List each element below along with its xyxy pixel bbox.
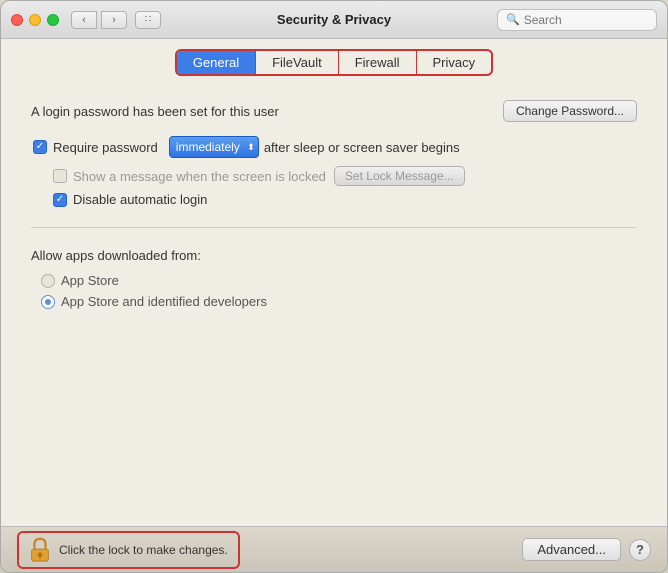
tab-bar: General FileVault Firewall Privacy: [1, 39, 667, 84]
app-store-developers-radio[interactable]: [41, 295, 55, 309]
change-password-button[interactable]: Change Password...: [503, 100, 637, 122]
lock-icon: [29, 537, 51, 563]
help-button[interactable]: ?: [629, 539, 651, 561]
login-password-text: A login password has been set for this u…: [31, 104, 279, 119]
show-message-row: Show a message when the screen is locked…: [53, 166, 637, 186]
divider: [31, 227, 637, 228]
allow-apps-title: Allow apps downloaded from:: [31, 248, 637, 263]
window-title: Security & Privacy: [277, 12, 391, 27]
app-store-radio[interactable]: [41, 274, 55, 288]
traffic-lights: [11, 14, 59, 26]
maximize-button[interactable]: [47, 14, 59, 26]
minimize-button[interactable]: [29, 14, 41, 26]
immediately-dropdown[interactable]: immediately: [169, 136, 259, 158]
require-password-checkbox[interactable]: [33, 140, 47, 154]
app-store-developers-label: App Store and identified developers: [61, 294, 267, 309]
after-sleep-label: after sleep or screen saver begins: [264, 140, 460, 155]
back-button[interactable]: ‹: [71, 11, 97, 29]
show-message-label: Show a message when the screen is locked: [73, 169, 326, 184]
bottom-bar: Click the lock to make changes. Advanced…: [1, 526, 667, 572]
grid-button[interactable]: ∷: [135, 11, 161, 29]
nav-buttons: ‹ ›: [71, 11, 127, 29]
disable-login-checkbox[interactable]: [53, 193, 67, 207]
search-icon: 🔍: [506, 13, 520, 26]
search-input[interactable]: [524, 13, 648, 27]
require-password-row: Require password immediately after sleep…: [33, 136, 637, 158]
tab-firewall[interactable]: Firewall: [339, 51, 417, 74]
tab-general[interactable]: General: [177, 51, 256, 74]
close-button[interactable]: [11, 14, 23, 26]
search-box[interactable]: 🔍: [497, 9, 657, 31]
immediately-value: immediately: [176, 140, 240, 154]
titlebar: ‹ › ∷ Security & Privacy 🔍: [1, 1, 667, 39]
login-password-row: A login password has been set for this u…: [31, 100, 637, 122]
app-store-label: App Store: [61, 273, 119, 288]
app-store-developers-radio-row: App Store and identified developers: [41, 294, 637, 309]
forward-button[interactable]: ›: [101, 11, 127, 29]
advanced-button[interactable]: Advanced...: [522, 538, 621, 561]
set-lock-message-button[interactable]: Set Lock Message...: [334, 166, 465, 186]
show-message-checkbox[interactable]: [53, 169, 67, 183]
tab-group: General FileVault Firewall Privacy: [175, 49, 493, 76]
disable-login-row: Disable automatic login: [53, 192, 637, 207]
lock-section[interactable]: Click the lock to make changes.: [17, 531, 240, 569]
content-area: A login password has been set for this u…: [1, 84, 667, 526]
tab-filevault[interactable]: FileVault: [256, 51, 339, 74]
lock-text: Click the lock to make changes.: [59, 543, 228, 557]
app-store-radio-row: App Store: [41, 273, 637, 288]
tab-privacy[interactable]: Privacy: [417, 51, 492, 74]
disable-login-label: Disable automatic login: [73, 192, 207, 207]
require-password-label: Require password: [53, 140, 158, 155]
security-privacy-window: ‹ › ∷ Security & Privacy 🔍 General FileV…: [0, 0, 668, 573]
